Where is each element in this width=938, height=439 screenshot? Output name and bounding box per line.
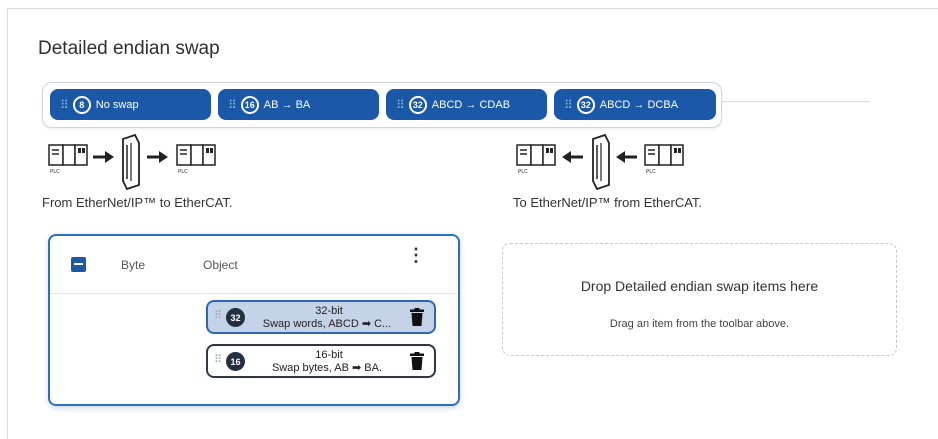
- frame-border-top: [7, 8, 938, 9]
- swap-item[interactable]: ⠿ 32 32-bit Swap words, ABCD ➡ C...: [206, 300, 436, 334]
- card-header: Byte Object ⋮: [50, 236, 458, 294]
- swap-item-size: 16-bit: [315, 349, 343, 361]
- chip-label: ABCD → CDAB: [431, 98, 511, 111]
- page-title: Detailed endian swap: [38, 38, 220, 59]
- chip-swap-16[interactable]: ⠿ 16 AB → BA: [218, 89, 379, 120]
- swap-list-card: Byte Object ⋮ ⠿ 32 32-bit Swap words, AB…: [48, 234, 460, 406]
- plc-caption: PLC: [518, 169, 528, 175]
- drag-handle-icon[interactable]: ⠿: [214, 355, 222, 366]
- arrow-right-icon: [93, 151, 114, 163]
- chip-swap-32-dcba[interactable]: ⠿ 32 ABCD → DCBA: [554, 89, 716, 120]
- plc-caption: PLC: [646, 169, 656, 175]
- chip-label: ABCD → DCBA: [599, 98, 679, 111]
- flow-diagram-from-ethercat: PLC PLC: [516, 133, 684, 191]
- chip-label: No swap: [95, 98, 139, 111]
- swap-item-description: Swap words, ABCD ➡ C...: [262, 318, 392, 330]
- swap-item[interactable]: ⠿ 16 16-bit Swap bytes, AB ➡ BA.: [206, 344, 436, 378]
- gateway-icon: [122, 133, 140, 191]
- select-all-checkbox[interactable]: [71, 257, 86, 272]
- drag-handle-icon[interactable]: ⠿: [396, 99, 405, 111]
- chip-swap-32-cdab[interactable]: ⠿ 32 ABCD → CDAB: [386, 89, 547, 120]
- chip-bit-badge: 16: [240, 95, 259, 114]
- plc-icon: PLC: [516, 144, 556, 175]
- bit-size-badge: 16: [226, 352, 245, 371]
- drag-handle-icon[interactable]: ⠿: [214, 311, 222, 322]
- drag-handle-icon[interactable]: ⠿: [228, 99, 237, 111]
- plc-caption: PLC: [178, 169, 188, 175]
- drop-zone-hint: Drag an item from the toolbar above.: [609, 318, 790, 330]
- chip-bit-badge: 8: [72, 95, 91, 114]
- plc-icon: PLC: [176, 144, 216, 175]
- chip-bit-badge: 32: [576, 95, 595, 114]
- flow-caption-left: From EtherNet/IP™ to EtherCAT.: [42, 195, 233, 210]
- swap-item-size: 32-bit: [315, 305, 343, 317]
- gateway-icon: [592, 133, 610, 191]
- plc-caption: PLC: [50, 169, 60, 175]
- chip-label: AB → BA: [263, 98, 311, 111]
- swap-toolbar: ⠿ 8 No swap ⠿ 16 AB → BA ⠿ 32 ABCD → CDA…: [42, 82, 722, 128]
- bit-size-badge: 32: [226, 308, 245, 327]
- flow-diagram-to-ethercat: PLC PLC: [48, 133, 216, 191]
- arrow-right-icon: [147, 151, 168, 163]
- arrow-left-icon: [562, 151, 583, 163]
- column-header-byte: Byte: [121, 258, 146, 272]
- more-options-icon[interactable]: ⋮: [407, 246, 425, 274]
- swap-item-description: Swap bytes, AB ➡ BA.: [271, 362, 383, 374]
- toolbar-divider: [722, 101, 870, 102]
- drop-zone[interactable]: Drop Detailed endian swap items here Dra…: [502, 243, 897, 356]
- drag-handle-icon[interactable]: ⠿: [60, 99, 69, 111]
- trash-icon[interactable]: [410, 352, 424, 370]
- chip-no-swap[interactable]: ⠿ 8 No swap: [50, 89, 211, 120]
- trash-icon[interactable]: [410, 308, 424, 326]
- column-header-object: Object: [203, 258, 238, 272]
- drop-zone-title: Drop Detailed endian swap items here: [580, 278, 819, 294]
- drag-handle-icon[interactable]: ⠿: [564, 99, 573, 111]
- plc-icon: PLC: [644, 144, 684, 175]
- flow-caption-right: To EtherNet/IP™ from EtherCAT.: [513, 195, 703, 210]
- arrow-left-icon: [616, 151, 637, 163]
- plc-icon: PLC: [48, 144, 88, 175]
- chip-bit-badge: 32: [408, 95, 427, 114]
- frame-border-left: [7, 8, 8, 439]
